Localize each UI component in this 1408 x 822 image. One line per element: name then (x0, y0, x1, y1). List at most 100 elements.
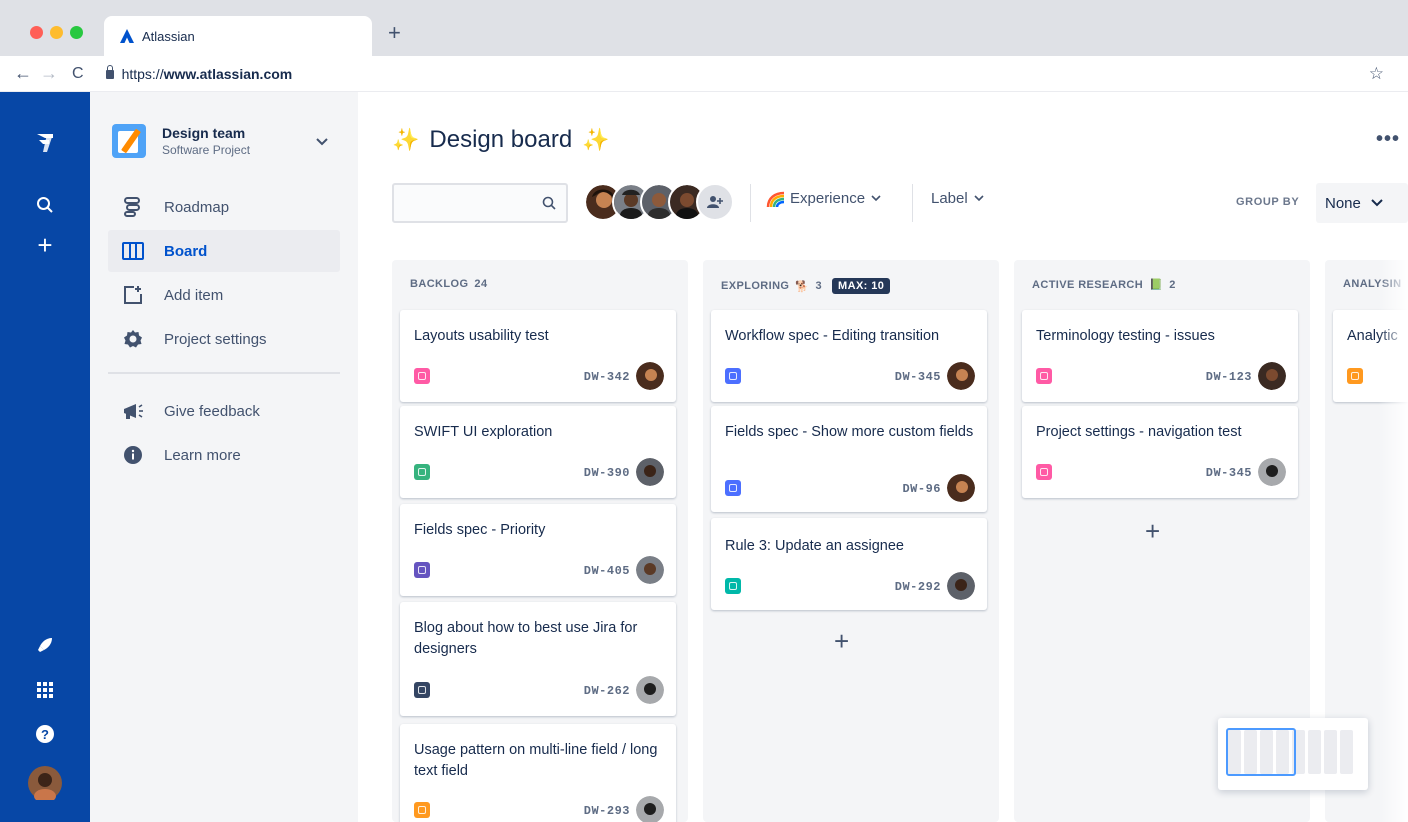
roadmap-icon (122, 196, 144, 218)
column-header: ACTIVE RESEARCH 📗 2 (1032, 278, 1176, 292)
close-window-button[interactable] (30, 26, 43, 39)
help-icon[interactable]: ? (0, 724, 90, 744)
user-avatar[interactable] (0, 766, 90, 800)
issue-type-icon (414, 682, 430, 698)
issue-card[interactable]: Terminology testing - issues DW-123 (1022, 310, 1298, 402)
board-column-backlog: BACKLOG 24 Layouts usability test DW-342… (392, 260, 688, 822)
card-key: DW-342 (583, 370, 630, 384)
sidebar-item-label: Learn more (164, 446, 241, 464)
address-bar: ← → C https://www.atlassian.com ☆ (0, 56, 1408, 92)
group-by-value: None (1325, 194, 1361, 212)
issue-card[interactable]: Rule 3: Update an assignee DW-292 (711, 518, 987, 610)
more-actions-button[interactable]: ••• (1376, 128, 1400, 151)
card-title: Rule 3: Update an assignee (725, 538, 904, 554)
sidebar-item-label: Add item (164, 286, 224, 304)
assignee-avatar[interactable] (636, 458, 664, 486)
add-people-button[interactable] (696, 183, 734, 221)
card-title: Terminology testing - issues (1036, 328, 1215, 344)
column-count: 24 (474, 278, 488, 290)
issue-card[interactable]: Blog about how to best use Jira for desi… (400, 602, 676, 716)
issue-card[interactable]: Fields spec - Priority DW-405 (400, 504, 676, 596)
sidebar-item-learn-more[interactable]: Learn more (108, 434, 340, 476)
rocket-icon[interactable] (0, 636, 90, 654)
assignee-avatar[interactable] (636, 676, 664, 704)
issue-card[interactable]: SWIFT UI exploration DW-390 (400, 406, 676, 498)
add-card-button[interactable]: + (1145, 516, 1160, 547)
add-card-button[interactable]: + (834, 626, 849, 657)
add-item-icon (122, 284, 144, 306)
column-name: ACTIVE RESEARCH (1032, 278, 1144, 291)
issue-type-icon (1036, 368, 1052, 384)
assignee-avatar[interactable] (636, 796, 664, 822)
column-count: 3 (815, 280, 823, 292)
assignee-avatar[interactable] (947, 572, 975, 600)
gear-icon (122, 328, 144, 350)
project-name: Design team (162, 125, 246, 141)
search-input[interactable] (394, 185, 534, 221)
project-avatar-icon (112, 124, 146, 158)
group-by-select[interactable]: None (1316, 183, 1408, 223)
back-button[interactable]: ← (14, 63, 32, 84)
issue-card[interactable]: Project settings - navigation test DW-34… (1022, 406, 1298, 498)
label-filter-dropdown[interactable]: Label (931, 190, 984, 207)
card-key: DW-123 (1205, 370, 1252, 384)
reload-button[interactable]: C (72, 65, 84, 83)
url-field[interactable]: https://www.atlassian.com (122, 66, 293, 82)
sidebar-item-give-feedback[interactable]: Give feedback (108, 390, 340, 432)
card-title: Layouts usability test (414, 328, 549, 344)
bookmark-star-icon[interactable]: ☆ (1369, 64, 1384, 84)
project-type: Software Project (162, 143, 251, 157)
group-by-label: GROUP BY (1236, 196, 1300, 208)
rainbow-icon (766, 191, 784, 207)
create-button[interactable]: + (0, 232, 90, 258)
label-filter-label: Label (931, 190, 968, 207)
assignee-avatar[interactable] (636, 362, 664, 390)
issue-card[interactable]: Fields spec - Show more custom fields DW… (711, 406, 987, 512)
forward-button[interactable]: → (40, 63, 58, 84)
project-sidebar: Design team Software Project Roadmap Boa… (90, 92, 358, 822)
app-switcher-icon[interactable] (0, 682, 90, 698)
search-icon[interactable] (0, 196, 90, 214)
card-key: DW-293 (583, 804, 630, 818)
new-tab-button[interactable]: + (388, 22, 401, 44)
book-emoji-icon: 📗 (1149, 279, 1164, 291)
browser-tab[interactable]: Atlassian (104, 16, 372, 56)
assignee-avatar[interactable] (636, 556, 664, 584)
issue-card[interactable]: Workflow spec - Editing transition DW-34… (711, 310, 987, 402)
card-title: Fields spec - Show more custom fields (725, 424, 974, 440)
issue-card[interactable]: Usage pattern on multi-line field / long… (400, 724, 676, 822)
toolbar-divider (750, 184, 751, 222)
issue-card[interactable]: Layouts usability test DW-342 (400, 310, 676, 402)
scroll-fade (1378, 250, 1408, 822)
minimize-window-button[interactable] (50, 26, 63, 39)
issue-type-icon (725, 578, 741, 594)
assignee-avatar[interactable] (947, 362, 975, 390)
megaphone-icon (122, 400, 144, 422)
board-title-text: Design board (429, 126, 573, 153)
card-key: DW-405 (583, 564, 630, 578)
sparkle-icon: ✨ (582, 127, 610, 152)
project-switcher[interactable]: Design team Software Project (112, 124, 250, 158)
board-icon (122, 240, 144, 262)
maximize-window-button[interactable] (70, 26, 83, 39)
chevron-down-icon[interactable] (316, 138, 328, 146)
jira-logo-icon[interactable] (0, 130, 90, 154)
sidebar-item-roadmap[interactable]: Roadmap (108, 186, 340, 228)
atlassian-logo-icon (120, 29, 134, 43)
sidebar-item-board[interactable]: Board (108, 230, 340, 272)
experience-filter-dropdown[interactable]: Experience (766, 190, 881, 207)
assignee-avatar[interactable] (947, 474, 975, 502)
sidebar-item-project-settings[interactable]: Project settings (108, 318, 340, 360)
chevron-down-icon (871, 195, 881, 202)
board-minimap[interactable] (1218, 718, 1368, 790)
issue-type-icon (1347, 368, 1363, 384)
tab-title: Atlassian (142, 28, 195, 44)
add-person-icon (707, 196, 723, 208)
board-search-field[interactable] (392, 183, 568, 223)
assignee-avatar[interactable] (1258, 362, 1286, 390)
minimap-viewport-handle[interactable] (1226, 728, 1296, 776)
sidebar-item-add-item[interactable]: Add item (108, 274, 340, 316)
card-title: Usage pattern on multi-line field / long… (414, 742, 658, 779)
assignee-avatar[interactable] (1258, 458, 1286, 486)
sidebar-item-label: Roadmap (164, 198, 230, 216)
